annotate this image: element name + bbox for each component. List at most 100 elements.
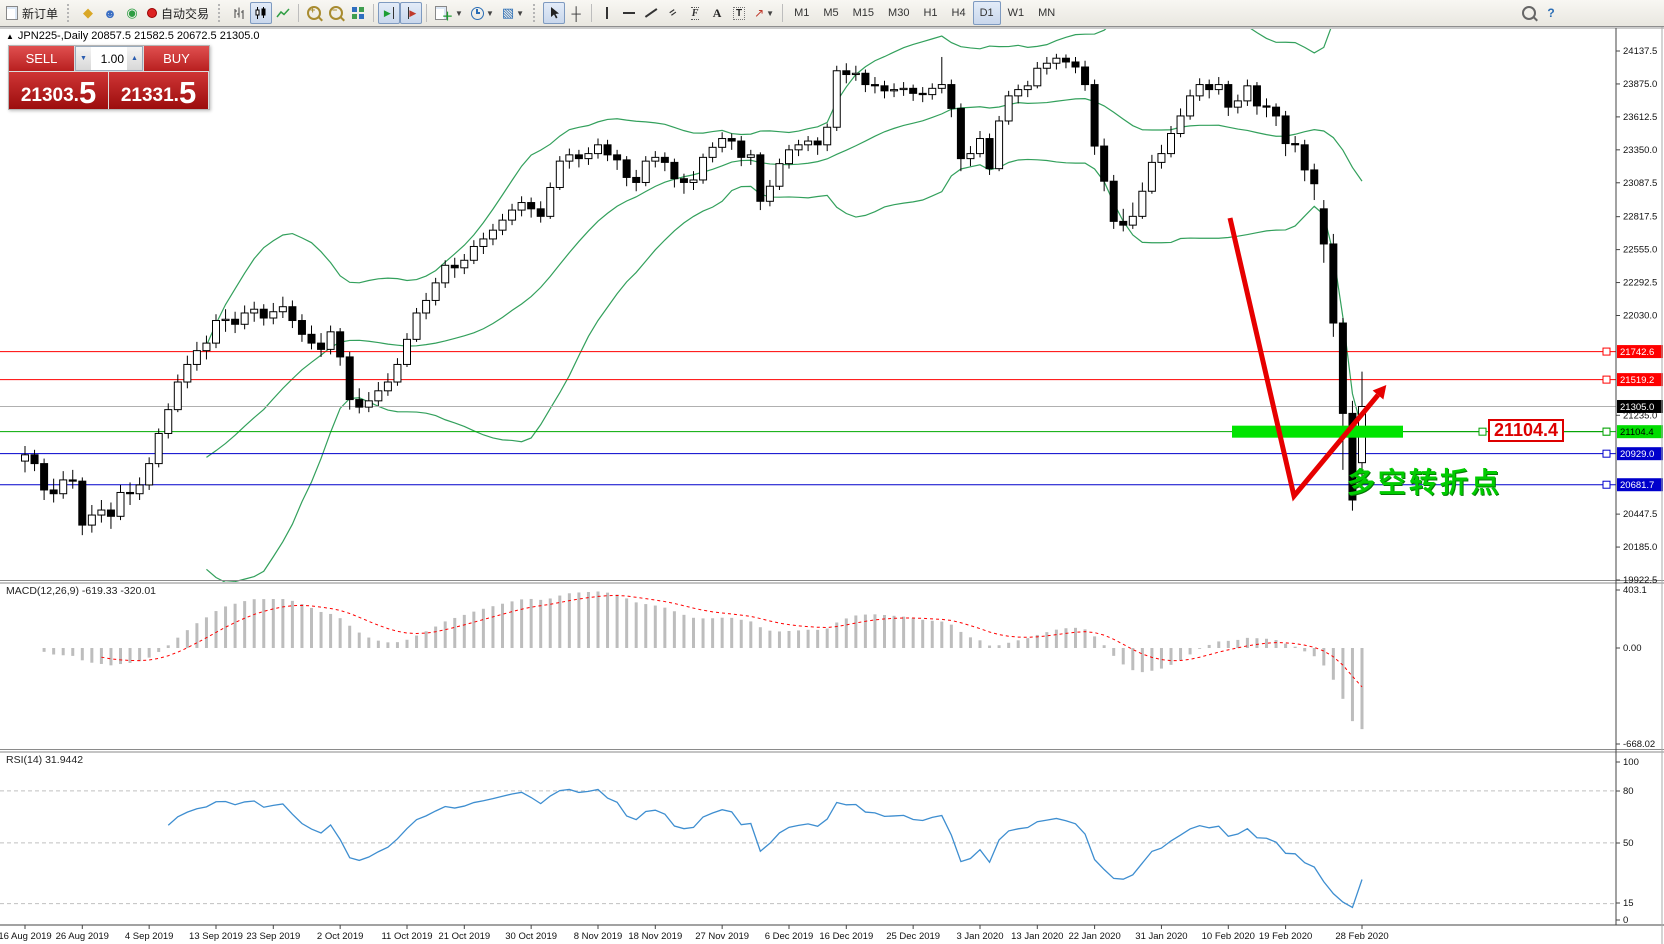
candle (1139, 182, 1146, 218)
candle (528, 198, 535, 218)
indicator-axis-tick: 80 (1623, 786, 1634, 797)
cursor-button[interactable] (543, 2, 565, 24)
candle (1330, 234, 1337, 337)
timeframe-button-m15[interactable]: M15 (846, 1, 881, 25)
text-button[interactable]: A (706, 2, 728, 24)
candle (652, 151, 659, 167)
candle (241, 305, 248, 329)
tile-windows-button[interactable] (347, 2, 369, 24)
chart-drawings[interactable] (1230, 218, 1610, 496)
price-level-callout[interactable]: 21104.4 (1488, 419, 1564, 442)
date-axis-label: 3 Jan 2020 (956, 931, 1003, 942)
candle (298, 314, 305, 342)
candle (757, 152, 764, 210)
candle (728, 134, 735, 150)
timeframe-button-m1[interactable]: M1 (787, 1, 816, 25)
callout-anchor-marker[interactable] (1479, 428, 1486, 435)
crosshair-button[interactable]: ┼ (565, 2, 587, 24)
chart-shift-button[interactable]: ▶ (400, 2, 422, 24)
candle (289, 300, 296, 328)
volume-stepper: ▼ ▲ (75, 46, 143, 71)
collapse-icon[interactable]: ▲ (6, 32, 14, 41)
channel-icon: = (667, 6, 679, 20)
candle (919, 87, 926, 102)
timeframe-button-w1[interactable]: W1 (1001, 1, 1032, 25)
rsi-indicator-label: RSI(14) 31.9442 (6, 754, 83, 766)
candle (537, 201, 544, 222)
trendline-button[interactable] (640, 2, 662, 24)
candle (709, 142, 716, 162)
line-chart-button[interactable] (272, 2, 294, 24)
timeframe-button-h1[interactable]: H1 (916, 1, 944, 25)
volume-decrease-button[interactable]: ▼ (76, 47, 91, 70)
timeframe-button-mn[interactable]: MN (1031, 1, 1062, 25)
fibonacci-button[interactable]: F (684, 2, 706, 24)
date-axis-label: 23 Sep 2019 (246, 931, 300, 942)
date-axis-label: 18 Nov 2019 (628, 931, 682, 942)
line-anchor-marker[interactable] (1603, 348, 1610, 355)
arrows-button[interactable]: ↗▼ (750, 2, 778, 24)
timeframe-button-m30[interactable]: M30 (881, 1, 916, 25)
support-zone-drawing[interactable] (1232, 426, 1403, 438)
timeframe-button-d1[interactable]: D1 (973, 1, 1001, 25)
date-axis-label: 6 Dec 2019 (765, 931, 814, 942)
bar-chart-button[interactable] (228, 2, 250, 24)
timeframe-button-m5[interactable]: M5 (816, 1, 845, 25)
sell-button[interactable]: SELL (9, 46, 74, 71)
price-badge-label: 21742.6 (1620, 347, 1654, 358)
help-button[interactable]: ? (1540, 2, 1562, 24)
buy-price[interactable]: 21331.5 (109, 72, 208, 109)
line-anchor-marker[interactable] (1603, 376, 1610, 383)
search-button[interactable] (1518, 2, 1540, 24)
candle (41, 459, 48, 500)
text-label-button[interactable]: T (728, 2, 750, 24)
templates-button[interactable]: ▧▼ (498, 2, 528, 24)
toolbar-grip (67, 4, 72, 22)
candle (375, 382, 382, 406)
line-anchor-marker[interactable] (1603, 450, 1610, 457)
candle (929, 83, 936, 99)
date-axis-label: 19 Feb 2020 (1259, 931, 1312, 942)
candle (232, 312, 239, 333)
callout-anchor-marker[interactable] (1603, 428, 1610, 435)
candle (270, 303, 277, 324)
auto-trading-button[interactable]: 自动交易 (143, 2, 213, 24)
price-axis-tick: 23612.5 (1623, 112, 1657, 123)
candlestick-chart-icon (254, 6, 268, 20)
candle (98, 500, 105, 523)
signals-button[interactable]: ◉ (121, 2, 143, 24)
candlestick-chart-button[interactable] (250, 2, 272, 24)
buy-button[interactable]: BUY (144, 46, 209, 71)
price-badge-label: 21519.2 (1620, 375, 1654, 386)
candle (719, 132, 726, 152)
zoom-in-button[interactable]: + (303, 2, 325, 24)
timeframe-button-h4[interactable]: H4 (945, 1, 973, 25)
turning-point-annotation[interactable]: 多空转折点 (1347, 461, 1502, 501)
channel-button[interactable]: = (662, 2, 684, 24)
vertical-line-button[interactable] (596, 2, 618, 24)
auto-scroll-button[interactable]: ▶ (378, 2, 400, 24)
candle (184, 356, 191, 389)
candle (1215, 77, 1222, 95)
community-button[interactable]: ☻ (99, 2, 121, 24)
horizontal-line-button[interactable] (618, 2, 640, 24)
chart-symbol-info[interactable]: ▲JPN225-,Daily 20857.5 21582.5 20672.5 2… (6, 30, 260, 42)
candle (50, 479, 57, 503)
candle (1253, 82, 1260, 115)
price-axis-tick: 23350.0 (1623, 145, 1657, 156)
fibonacci-icon: F (691, 7, 700, 20)
history-center-button[interactable]: ◆ (77, 2, 99, 24)
candle (251, 302, 258, 322)
line-anchor-marker[interactable] (1603, 481, 1610, 488)
new-order-button[interactable]: 新订单 (2, 2, 62, 24)
new-chart-button[interactable]: ＋▼ (431, 2, 467, 24)
zoom-out-button[interactable]: − (325, 2, 347, 24)
sell-price[interactable]: 21303.5 (9, 72, 108, 109)
candle (356, 388, 363, 413)
period-button[interactable]: ▼ (467, 2, 498, 24)
new-order-label: 新订单 (22, 5, 58, 22)
buy-price-big-digit: 5 (179, 79, 196, 107)
volume-input[interactable] (91, 47, 127, 70)
help-icon: ? (1547, 6, 1554, 20)
volume-increase-button[interactable]: ▲ (127, 47, 142, 70)
